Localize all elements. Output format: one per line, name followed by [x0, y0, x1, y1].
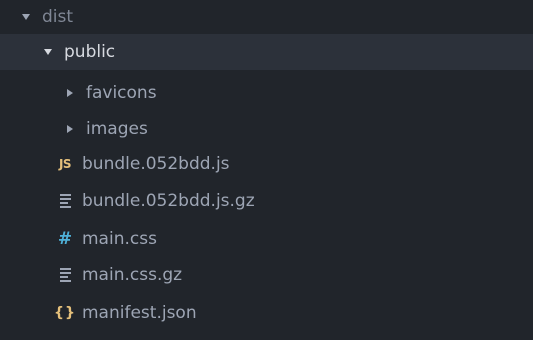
- chevron-right-icon[interactable]: [64, 89, 76, 97]
- tree-item-dist[interactable]: dist: [0, 0, 533, 34]
- tree-item-label: bundle.052bdd.js.gz: [82, 190, 255, 211]
- chevron-right-icon[interactable]: [64, 125, 76, 133]
- js-file-icon: JS: [58, 157, 72, 171]
- tree-item-label: main.css.gz: [82, 264, 183, 285]
- tree-item-label: images: [86, 118, 148, 139]
- json-file-icon: {}: [54, 305, 76, 321]
- tree-item-label: public: [64, 41, 116, 62]
- tree-item-public[interactable]: public: [0, 34, 533, 70]
- file-tree: dist public favicons images JS bundle.05…: [0, 0, 533, 340]
- chevron-down-icon[interactable]: [42, 49, 54, 55]
- tree-item-manifest-json[interactable]: {} manifest.json: [0, 295, 533, 331]
- tree-item-bundle-js-gz[interactable]: bundle.052bdd.js.gz: [0, 183, 533, 219]
- css-file-icon: #: [57, 229, 73, 249]
- tree-item-label: dist: [42, 6, 74, 27]
- text-file-icon: [56, 268, 74, 282]
- tree-item-label: manifest.json: [82, 302, 197, 323]
- tree-item-label: bundle.052bdd.js: [82, 153, 230, 174]
- tree-item-images[interactable]: images: [0, 111, 533, 147]
- tree-item-label: main.css: [82, 228, 157, 249]
- chevron-down-icon[interactable]: [20, 14, 32, 20]
- text-file-icon: [56, 194, 74, 208]
- tree-item-favicons[interactable]: favicons: [0, 75, 533, 111]
- tree-item-bundle-js[interactable]: JS bundle.052bdd.js: [0, 146, 533, 182]
- tree-item-main-css[interactable]: # main.css: [0, 221, 533, 257]
- tree-item-label: favicons: [86, 82, 157, 103]
- tree-item-main-css-gz[interactable]: main.css.gz: [0, 257, 533, 293]
